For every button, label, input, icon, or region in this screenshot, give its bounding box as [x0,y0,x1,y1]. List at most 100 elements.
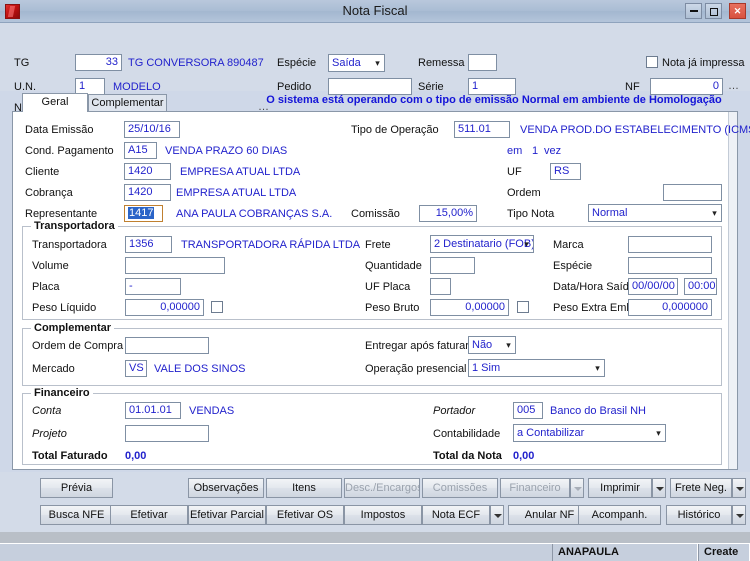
transportadora-input[interactable]: 1356 [125,236,172,253]
title-bar: Nota Fiscal ✕ [0,0,750,23]
entregar-apos-faturar-select[interactable]: Não ▾ [468,336,516,354]
previa-button[interactable]: Prévia [40,478,113,498]
comissao-label: Comissão [351,208,400,220]
impostos-button[interactable]: Impostos [344,505,422,525]
financeiro-button[interactable]: Financeiro [500,478,570,498]
hora-saida-input[interactable]: 00:00 [684,278,717,295]
quantidade-label: Quantidade [365,260,422,272]
tg-input[interactable]: 33 [75,54,122,71]
peso-bruto-checkbox[interactable] [517,301,529,313]
cobranca-label: Cobrança [25,187,73,199]
cliente-description: EMPRESA ATUAL LTDA [180,166,300,178]
close-button[interactable]: ✕ [729,3,746,19]
imprimir-dropdown-button[interactable] [652,478,666,498]
nota-ecf-dropdown-button[interactable] [490,505,504,525]
cliente-input[interactable]: 1420 [124,163,171,180]
operacao-presencial-select[interactable]: 1 Sim ▾ [468,359,605,377]
acompanh-button[interactable]: Acompanh. [578,505,661,525]
remessa-input[interactable] [468,54,497,71]
cond-pagamento-input[interactable]: A15 [124,142,157,159]
frete-value: 2 Destinatario (FOB) [434,238,534,250]
historico-button[interactable]: Histórico [666,505,732,525]
projeto-input[interactable] [125,425,209,442]
comissoes-button[interactable]: Comissões [422,478,498,498]
peso-bruto-label: Peso Bruto [365,302,419,314]
data-emissao-label: Data Emissão [25,124,93,136]
tipo-nota-label: Tipo Nota [507,208,554,220]
frete-neg-dropdown-button[interactable] [732,478,746,498]
operacao-presencial-label: Operação presencial [365,363,467,375]
tipo-nota-select[interactable]: Normal ▾ [588,204,722,222]
data-hora-saida-label: Data/Hora Saída [553,281,635,293]
nf-ellipsis-button[interactable]: … [728,83,739,89]
placa-label: Placa [32,281,60,293]
itens-button[interactable]: Itens [266,478,342,498]
cliente-label: Cliente [25,166,59,178]
minimize-icon [690,10,698,12]
minimize-button[interactable] [685,3,702,19]
cobranca-input[interactable]: 1420 [124,184,171,201]
conta-input[interactable]: 01.01.01 [125,402,181,419]
efetivar-os-button[interactable]: Efetivar OS [266,505,344,525]
peso-liquido-input[interactable]: 0,00000 [125,299,204,316]
especie-select[interactable]: Saída ▾ [328,54,385,72]
efetivar-button[interactable]: Efetivar [110,505,188,525]
pedido-label: Pedido [277,81,311,93]
em-value: 1 [532,145,538,157]
frete-select[interactable]: 2 Destinatario (FOB) ▾ [430,235,534,253]
financeiro-dropdown-button[interactable] [570,478,584,498]
header-panel: TG 33 TG CONVERSORA 890487 Espécie Saída… [0,23,750,91]
portador-input[interactable]: 005 [513,402,543,419]
especie-transp-label: Espécie [553,260,592,272]
status-mode: Create [698,544,750,561]
ordem-input[interactable] [663,184,722,201]
desc-encargos-button[interactable]: Desc./Encargos [344,478,420,498]
especie-transp-input[interactable] [628,257,712,274]
window-title: Nota Fiscal [0,3,750,18]
peso-liquido-label: Peso Líquido [32,302,96,314]
representante-value: 1417 [128,207,154,219]
placa-input[interactable]: - [125,278,181,295]
historico-dropdown-button[interactable] [732,505,746,525]
main-panel: Data Emissão 25/10/16 Cond. Pagamento A1… [12,111,738,470]
marca-input[interactable] [628,236,712,253]
efetivar-parcial-button[interactable]: Efetivar Parcial [188,505,266,525]
un-description: MODELO [113,81,161,93]
observacoes-button[interactable]: Observações [188,478,264,498]
system-banner: O sistema está operando com o tipo de em… [250,94,738,106]
peso-liquido-checkbox[interactable] [211,301,223,313]
tipo-operacao-label: Tipo de Operação [351,124,439,136]
data-emissao-input[interactable]: 25/10/16 [124,121,180,138]
frete-neg-button[interactable]: Frete Neg. [670,478,732,498]
busca-nfe-button[interactable]: Busca NFE [40,505,113,525]
comissao-input[interactable]: 15,00% [419,205,477,222]
cond-pagamento-description: VENDA PRAZO 60 DIAS [165,145,287,157]
financeiro-group: Financeiro Conta 01.01.01 VENDAS Projeto… [22,393,722,465]
maximize-icon [710,8,718,16]
nota-ecf-button[interactable]: Nota ECF [422,505,490,525]
uf-input[interactable]: RS [550,163,581,180]
imprimir-button[interactable]: Imprimir [588,478,652,498]
ordem-label: Ordem [507,187,541,199]
tipo-operacao-input[interactable]: 511.01 [454,121,510,138]
maximize-button[interactable] [705,3,722,19]
complementar-group-title: Complementar [31,322,114,334]
data-saida-input[interactable]: 00/00/00 [628,278,678,295]
panel-scrollbar[interactable] [728,112,737,469]
tab-complementar[interactable]: Complementar [88,94,167,111]
mercado-label: Mercado [32,363,75,375]
mercado-input[interactable]: VS [125,360,147,377]
uf-placa-input[interactable] [430,278,451,295]
nota-ja-impressa-checkbox[interactable] [646,56,658,68]
total-faturado-label: Total Faturado [32,450,108,462]
quantidade-input[interactable] [430,257,475,274]
button-bar: Prévia Observações Itens Desc./Encargos … [0,472,750,532]
tab-geral[interactable]: Geral [22,93,88,112]
peso-bruto-input[interactable]: 0,00000 [430,299,509,316]
contabilidade-select[interactable]: a Contabilizar ▾ [513,424,666,442]
volume-input[interactable] [125,257,225,274]
ordem-compra-input[interactable] [125,337,209,354]
peso-extra-input[interactable]: 0,000000 [628,299,712,316]
vez-label: vez [544,145,561,157]
representante-input[interactable]: 1417 [124,205,163,222]
